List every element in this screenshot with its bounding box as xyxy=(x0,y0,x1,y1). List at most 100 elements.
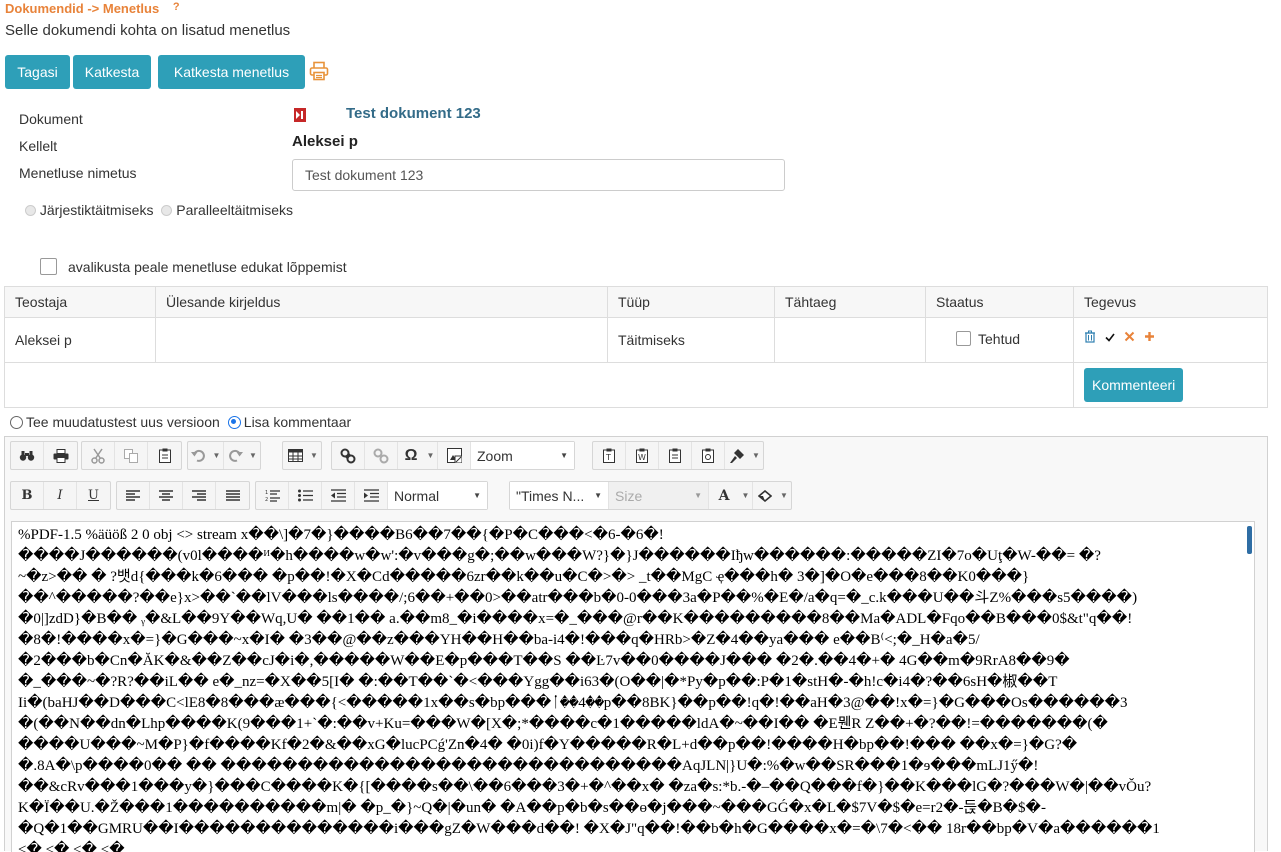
editor-line: ~�z>�� � ?뱃d{���k�6��� �p��!�X�Cd�����6z… xyxy=(18,569,1030,585)
comment-row: Kommenteeri xyxy=(4,362,1268,408)
toolbar-group-history: ▼ ▼ xyxy=(187,441,261,470)
format-select[interactable]: Normal ▼ xyxy=(388,482,487,509)
breadcrumb-text[interactable]: Dokumendid -> Menetlus xyxy=(5,1,159,16)
breadcrumb[interactable]: Dokumendid -> Menetlus ? xyxy=(5,1,180,16)
pdf-icon xyxy=(294,108,306,122)
abort-button[interactable]: Katkesta xyxy=(73,55,151,89)
format-painter-icon[interactable] xyxy=(725,442,749,469)
publish-checkbox[interactable] xyxy=(40,258,57,275)
styles-dropdown-icon[interactable]: ▼ xyxy=(749,442,763,469)
undo-dropdown-icon[interactable]: ▼ xyxy=(210,442,224,469)
parallel-radio[interactable] xyxy=(161,205,173,216)
print-icon[interactable] xyxy=(309,61,329,81)
check-icon[interactable] xyxy=(1105,332,1115,342)
document-label: Dokument xyxy=(19,111,83,127)
indent-icon[interactable] xyxy=(355,482,388,509)
align-justify-icon[interactable] xyxy=(216,482,249,509)
editor-line: �2���b�Cn�ĂK�&��Z��cJ�i�,�����W��E�p���T… xyxy=(18,653,1070,669)
column-deadline: Tähtaeg xyxy=(774,286,926,318)
toolbar-group-insert: Ω ▼ Zoom ▼ xyxy=(331,441,575,470)
cut-icon[interactable] xyxy=(82,442,115,469)
svg-text:1: 1 xyxy=(265,490,268,496)
numbered-list-icon[interactable]: 12 xyxy=(256,482,289,509)
toolbar-group-styles: T W ▼ xyxy=(592,441,764,470)
editor-line: �0|]zdD}�B�� ᵧ�&L��9Y��Wq,U� ��1�� a.��m… xyxy=(18,611,1133,627)
table-dropdown-icon[interactable]: ▼ xyxy=(307,442,321,469)
new-version-label: Tee muudatustest uus versioon xyxy=(26,414,220,430)
highlight-icon[interactable] xyxy=(753,482,777,509)
image-icon[interactable] xyxy=(438,442,471,469)
editor-line: %PDF-1.5 %äüöß 2 0 obj <> stream x��\]�7… xyxy=(18,527,664,543)
redo-dropdown-icon[interactable]: ▼ xyxy=(246,442,260,469)
actions-cell xyxy=(1073,317,1268,363)
outdent-icon[interactable] xyxy=(322,482,355,509)
redo-icon[interactable] xyxy=(224,442,246,469)
editor-content[interactable]: %PDF-1.5 %äüöß 2 0 obj <> stream x��\]�7… xyxy=(11,521,1255,852)
page-subtitle: Selle dokumendi kohta on lisatud menetlu… xyxy=(5,22,291,39)
svg-text:W: W xyxy=(638,453,646,462)
print-icon[interactable] xyxy=(44,442,77,469)
text-color-dropdown-icon[interactable]: ▼ xyxy=(739,482,753,509)
chevron-down-icon: ▼ xyxy=(594,491,602,500)
align-center-icon[interactable] xyxy=(150,482,183,509)
document-link[interactable]: Test dokument 123 xyxy=(346,105,481,122)
link-icon[interactable] xyxy=(332,442,365,469)
editor-line: �(��N��dn�Lhp����K(9���1+`�:��v+Ku=���W�… xyxy=(18,716,1108,732)
done-label: Tehtud xyxy=(978,330,1021,347)
paste-word-icon[interactable]: W xyxy=(626,442,659,469)
procedure-name-input[interactable] xyxy=(292,159,785,191)
copy-icon[interactable] xyxy=(115,442,148,469)
add-comment-radio[interactable] xyxy=(227,415,241,429)
font-size-select[interactable]: Size ▼ xyxy=(609,482,709,509)
unlink-icon[interactable] xyxy=(365,442,398,469)
align-left-icon[interactable] xyxy=(117,482,150,509)
chevron-down-icon: ▼ xyxy=(560,451,568,460)
toolbar-group-table: ▼ xyxy=(282,441,322,470)
done-checkbox[interactable] xyxy=(956,331,971,347)
editor-line: ��&cRv���1���y�}���C����K�{[����s��\��6�… xyxy=(18,779,1152,795)
trash-icon[interactable] xyxy=(1084,330,1096,343)
help-icon[interactable]: ? xyxy=(173,1,180,13)
add-icon[interactable] xyxy=(1144,331,1155,342)
status-cell: Tehtud xyxy=(925,317,1074,363)
underline-icon[interactable]: U xyxy=(77,482,110,509)
editor-line: �8�!����x�=}�G���~x�I� �3��@��z���YH��H�… xyxy=(18,632,980,648)
column-actions: Tegevus xyxy=(1073,286,1268,318)
abort-procedure-button[interactable]: Katkesta menetlus xyxy=(158,55,305,89)
italic-icon[interactable]: I xyxy=(44,482,77,509)
parallel-label: Paralleeltäitmiseks xyxy=(176,202,293,218)
table-icon[interactable] xyxy=(283,442,307,469)
paste-text-icon[interactable]: T xyxy=(593,442,626,469)
svg-text:2: 2 xyxy=(265,497,268,502)
editor-scrollbar[interactable] xyxy=(1247,526,1252,554)
from-value: Aleksei p xyxy=(292,133,358,150)
paste-icon[interactable] xyxy=(148,442,181,469)
comment-button[interactable]: Kommenteeri xyxy=(1084,368,1184,402)
undo-icon[interactable] xyxy=(188,442,210,469)
close-icon[interactable] xyxy=(1124,331,1135,342)
toolbar-group-font: "Times N... ▼ Size ▼ A ▼ ▼ xyxy=(509,481,792,510)
column-status: Staatus xyxy=(925,286,1074,318)
type-cell: Täitmiseks xyxy=(607,317,775,363)
bullet-list-icon[interactable] xyxy=(289,482,322,509)
clipboard-icon[interactable] xyxy=(659,442,692,469)
special-char-icon[interactable]: Ω xyxy=(398,442,424,469)
zoom-select[interactable]: Zoom ▼ xyxy=(471,442,574,469)
execution-mode-group: Järjestiktäitmiseks Paralleeltäitmiseks xyxy=(25,202,293,218)
find-icon[interactable] xyxy=(11,442,44,469)
column-description: Ülesande kirjeldus xyxy=(155,286,608,318)
new-version-radio[interactable] xyxy=(10,415,23,429)
template-icon[interactable] xyxy=(692,442,725,469)
executor-cell: Aleksei p xyxy=(4,317,156,363)
highlight-dropdown-icon[interactable]: ▼ xyxy=(777,482,791,509)
sequential-radio[interactable] xyxy=(25,205,36,216)
deadline-cell xyxy=(774,317,926,363)
bold-icon[interactable]: B xyxy=(11,482,44,509)
svg-text:T: T xyxy=(605,453,611,462)
editor-line: �Q�1��GMRU��I��������������i���gZ�W���d�… xyxy=(18,821,1160,837)
font-family-select[interactable]: "Times N... ▼ xyxy=(510,482,609,509)
back-button[interactable]: Tagasi xyxy=(5,55,70,89)
special-char-dropdown-icon[interactable]: ▼ xyxy=(424,442,438,469)
align-right-icon[interactable] xyxy=(183,482,216,509)
text-color-icon[interactable]: A xyxy=(709,482,739,509)
